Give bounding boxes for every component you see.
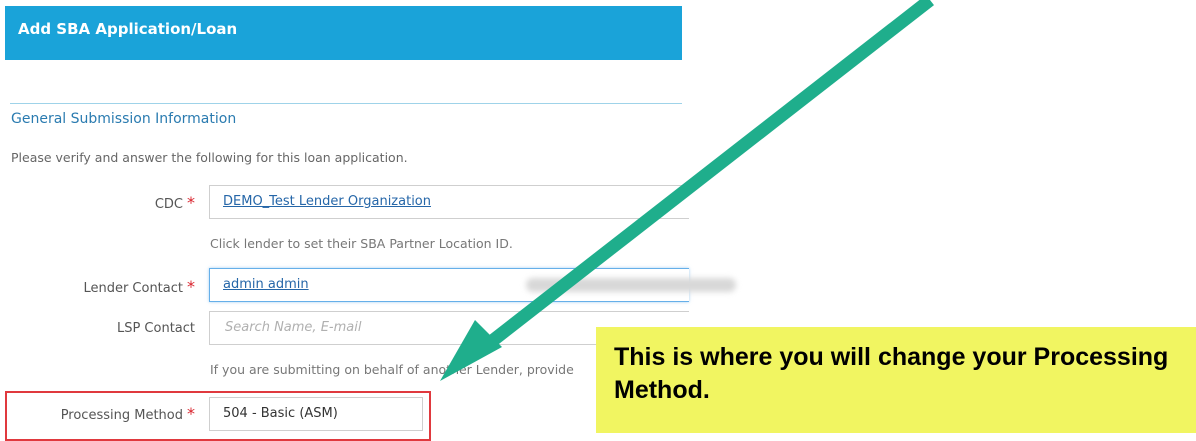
annotation-arrow <box>440 0 934 381</box>
arrow-head <box>440 320 502 381</box>
arrow-shaft <box>474 0 934 358</box>
